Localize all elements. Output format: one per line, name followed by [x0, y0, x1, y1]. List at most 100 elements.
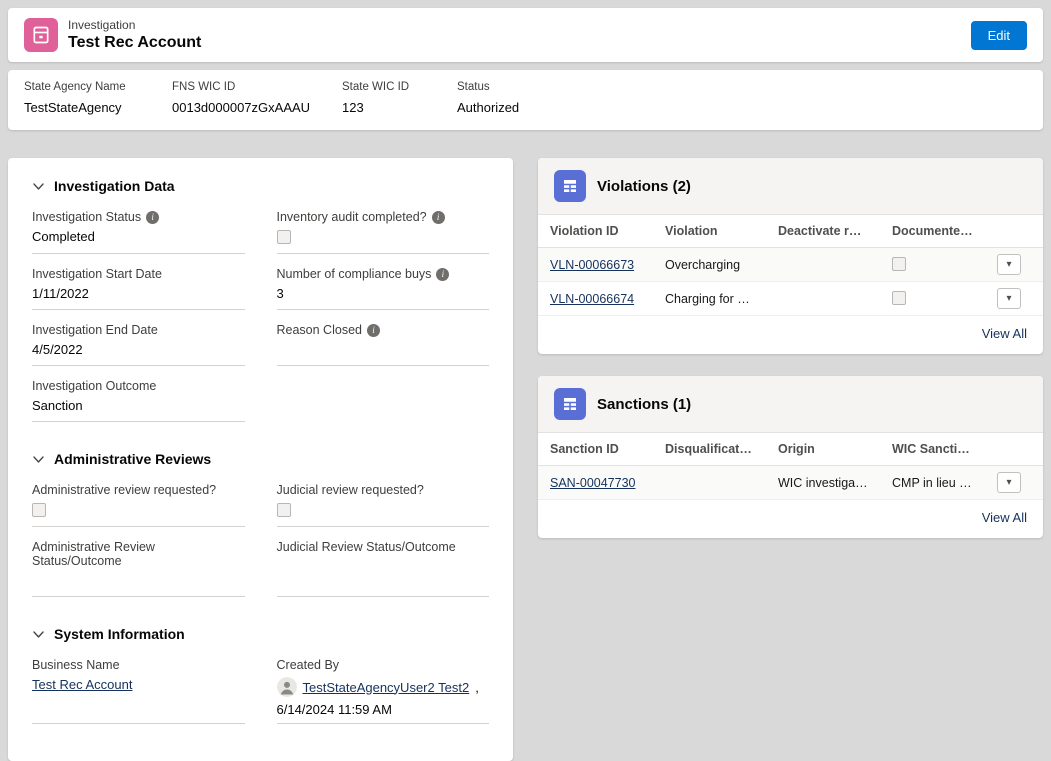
field-investigation-end-date: Investigation End Date 4/5/2022 [32, 323, 245, 366]
section-header-investigation-data[interactable]: Investigation Data [32, 178, 493, 194]
column-header[interactable]: Violation [653, 215, 766, 248]
checkbox-unchecked [892, 257, 906, 271]
highlight-status: Status Authorized [457, 81, 1027, 115]
column-header-actions [985, 433, 1043, 466]
field-investigation-outcome: Investigation Outcome Sanction [32, 379, 245, 422]
related-lists-column: Violations (2) Violation ID Violation De… [538, 158, 1043, 538]
administrative-reviews-fields: Administrative review requested? Judicia… [28, 483, 493, 610]
violations-footer: View All [538, 316, 1043, 354]
row-actions-button[interactable] [997, 288, 1021, 309]
record-title: Test Rec Account [68, 34, 201, 52]
field-value: 3 [277, 286, 490, 303]
checkbox-unchecked [32, 503, 46, 517]
highlight-state-wic-id: State WIC ID 123 [342, 81, 457, 115]
violation-id-link[interactable]: VLN-00066674 [550, 292, 634, 306]
origin-cell: WIC investigation [766, 466, 880, 500]
chevron-down-icon [32, 180, 45, 193]
checkbox-unchecked [277, 503, 291, 517]
record-detail-card: Investigation Data Investigation Status … [8, 158, 513, 761]
field-value [32, 573, 245, 590]
field-value: 1/11/2022 [32, 286, 245, 303]
violations-list-icon [554, 170, 586, 202]
section-header-administrative-reviews[interactable]: Administrative Reviews [32, 451, 493, 467]
related-list-title: Sanctions (1) [597, 396, 691, 413]
checkbox-unchecked [892, 291, 906, 305]
table-row: SAN-00047730 WIC investigation CMP in li… [538, 466, 1043, 500]
field-number-of-compliance-buys: Number of compliance buys 3 [277, 267, 490, 310]
field-empty [277, 379, 490, 422]
sanctions-related-list: Sanctions (1) Sanction ID Disqualificati… [538, 376, 1043, 538]
info-icon[interactable] [432, 211, 445, 224]
section-title: Investigation Data [54, 178, 175, 194]
field-label: Investigation Start Date [32, 267, 162, 281]
disqualification-date-cell [653, 466, 766, 500]
related-list-title: Violations (2) [597, 178, 691, 195]
field-reason-closed: Reason Closed [277, 323, 490, 366]
info-icon[interactable] [146, 211, 159, 224]
investigation-record-page: Investigation Test Rec Account Edit Stat… [0, 8, 1051, 761]
deactivate-record-cell [766, 282, 880, 316]
column-header[interactable]: Deactivate record? [766, 215, 880, 248]
field-value: Sanction [32, 398, 245, 415]
table-row: VLN-00066674 Charging for suppl... [538, 282, 1043, 316]
documented-cell [880, 282, 985, 316]
violations-related-list: Violations (2) Violation ID Violation De… [538, 158, 1043, 354]
sanctions-header[interactable]: Sanctions (1) [538, 376, 1043, 432]
deactivate-record-cell [766, 248, 880, 282]
business-name-link[interactable]: Test Rec Account [32, 677, 132, 692]
field-value: 123 [342, 100, 445, 115]
chevron-down-icon [1006, 260, 1011, 270]
view-all-link[interactable]: View All [982, 510, 1027, 525]
table-header-row: Sanction ID Disqualification D... Origin… [538, 433, 1043, 466]
column-header[interactable]: Documented non-... [880, 215, 985, 248]
sanctions-footer: View All [538, 500, 1043, 538]
sanctions-table: Sanction ID Disqualification D... Origin… [538, 432, 1043, 500]
highlights-panel: State Agency Name TestStateAgency FNS WI… [8, 70, 1043, 130]
record-header-titles: Investigation Test Rec Account [68, 18, 201, 52]
field-label: Judicial Review Status/Outcome [277, 540, 456, 554]
highlight-state-agency-name: State Agency Name TestStateAgency [24, 81, 172, 115]
field-label: Investigation End Date [32, 323, 158, 337]
section-title: System Information [54, 626, 185, 642]
column-header[interactable]: Sanction ID [538, 433, 653, 466]
highlight-fns-wic-id: FNS WIC ID 0013d000007zGxAAAU [172, 81, 342, 115]
field-created-by: Created By TestStateAgencyUser2 Test2 , … [277, 658, 490, 724]
wic-sanction-type-cell: CMP in lieu of disq... [880, 466, 985, 500]
checkbox-unchecked [277, 230, 291, 244]
field-value [277, 559, 490, 576]
created-by-user-link[interactable]: TestStateAgencyUser2 Test2 [303, 680, 470, 695]
field-label: Judicial review requested? [277, 483, 424, 497]
violation-id-link[interactable]: VLN-00066673 [550, 258, 634, 272]
field-value [277, 342, 490, 359]
field-label: Investigation Outcome [32, 379, 156, 393]
field-label: State WIC ID [342, 81, 445, 93]
info-icon[interactable] [436, 268, 449, 281]
view-all-link[interactable]: View All [982, 326, 1027, 341]
violation-cell: Overcharging [653, 248, 766, 282]
field-judicial-review-status-outcome: Judicial Review Status/Outcome [277, 540, 490, 597]
column-header[interactable]: Violation ID [538, 215, 653, 248]
created-by-separator: , [475, 680, 479, 695]
info-icon[interactable] [367, 324, 380, 337]
sanctions-list-icon [554, 388, 586, 420]
row-actions-button[interactable] [997, 472, 1021, 493]
field-value: 4/5/2022 [32, 342, 245, 359]
field-label: FNS WIC ID [172, 81, 330, 93]
field-investigation-status: Investigation Status Completed [32, 210, 245, 254]
edit-button[interactable]: Edit [971, 21, 1027, 50]
section-header-system-information[interactable]: System Information [32, 626, 493, 642]
investigation-data-fields: Investigation Status Completed Inventory… [28, 210, 493, 435]
column-header[interactable]: Disqualification D... [653, 433, 766, 466]
row-actions-button[interactable] [997, 254, 1021, 275]
chevron-down-icon [1006, 294, 1011, 304]
sanction-id-link[interactable]: SAN-00047730 [550, 476, 635, 490]
field-value: Authorized [457, 100, 1015, 115]
column-header[interactable]: WIC Sanction Type [880, 433, 985, 466]
record-header-card: Investigation Test Rec Account Edit [8, 8, 1043, 62]
field-administrative-review-requested: Administrative review requested? [32, 483, 245, 527]
chevron-down-icon [1006, 478, 1011, 488]
violations-header[interactable]: Violations (2) [538, 158, 1043, 214]
investigation-record-icon [24, 18, 58, 52]
column-header[interactable]: Origin [766, 433, 880, 466]
documented-cell [880, 248, 985, 282]
